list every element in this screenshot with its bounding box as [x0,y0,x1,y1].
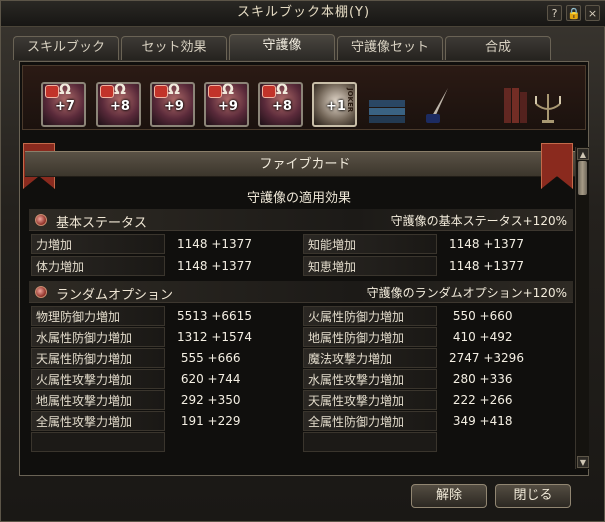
lock-icon[interactable]: 🔒 [566,5,581,21]
stat-name: 地属性攻撃力増加 [31,390,165,410]
tab-synthesis[interactable]: 合成 [445,36,551,60]
stat-name: 全属性防御力増加 [303,411,437,431]
omega-icon: Ω [114,82,126,98]
stat-value: 1312 +1574 [177,330,252,344]
joker-card-text: JOKER [346,88,354,113]
stat-value: 1148 +1377 [177,259,252,273]
enhance-level: +1 [326,99,346,114]
section-bullet-icon [35,286,47,298]
stat-value: 280 +336 [449,372,513,386]
stat-name: 知能増加 [303,234,437,254]
enhance-level: +8 [272,99,292,114]
tab-bar: スキルブック セット効果 守護像 守護像セット 合成 [13,34,551,60]
omega-icon: Ω [59,82,71,98]
stat-name [31,432,165,452]
stat-value: 410 +492 [449,330,513,344]
omega-icon: Ω [222,82,234,98]
books-icon [369,100,405,123]
stat-value: 222 +266 [449,393,513,407]
stat-name: 水属性攻撃力増加 [303,369,437,389]
help-icon[interactable]: ? [547,5,562,21]
guardian-card-slot-joker[interactable]: +1 JOKER [312,82,357,127]
section-bonus: 守護像の基本ステータス+120% [390,214,567,228]
random-option-header: ランダムオプション 守護像のランダムオプション+120% [29,281,573,303]
stat-name: 力増加 [31,234,165,254]
stat-value: 5513 +6615 [177,309,252,323]
stat-value: 349 +418 [449,414,513,428]
stat-name: 魔法攻撃力増加 [303,348,437,368]
enhance-level: +8 [110,99,130,114]
stat-value: 2747 +3296 [449,351,524,365]
stat-name: 知恵増加 [303,256,437,276]
lock-icon [154,85,168,98]
stat-name: 天属性防御力増加 [31,348,165,368]
tab-guardian-statue[interactable]: 守護像 [229,34,335,60]
candelabra-icon [535,94,561,123]
enhance-level: +9 [218,99,238,114]
enhance-level: +7 [55,99,75,114]
lock-icon [100,85,114,98]
lock-icon [262,85,276,98]
stat-value: 191 +229 [177,414,241,428]
omega-icon: Ω [168,82,180,98]
guardian-card-slot[interactable]: Ω +7 [41,82,86,127]
quill-ink-icon [426,88,448,123]
tab-guardian-set[interactable]: 守護像セット [337,36,443,60]
stat-value: 555 +666 [177,351,241,365]
tab-set-effect[interactable]: セット効果 [121,36,227,60]
guardian-card-slot[interactable]: Ω +9 [150,82,195,127]
stat-value: 1148 +1377 [449,259,524,273]
stat-name: 水属性防御力増加 [31,327,165,347]
stat-name: 全属性攻撃力増加 [31,411,165,431]
section-title: ランダムオプション [56,288,174,303]
close-button[interactable]: 閉じる [495,484,571,508]
title-bar[interactable]: スキルブック本棚(Y) ? 🔒 × [1,1,605,27]
basic-status-header: 基本ステータス 守護像の基本ステータス+120% [29,209,573,231]
section-bonus: 守護像のランダムオプション+120% [366,286,567,300]
guardian-slot-shelf: Ω +7 Ω +8 Ω +9 Ω +9 Ω +8 +1 JOKER [22,65,586,130]
stat-name: 地属性防御力増加 [303,327,437,347]
stat-value: 1148 +1377 [449,237,524,251]
set-name-banner: ファイブカード [25,151,585,177]
scroll-up-arrow-icon[interactable]: ▲ [577,148,589,160]
stat-name: 火属性攻撃力増加 [31,369,165,389]
stat-value: 292 +350 [177,393,241,407]
stat-name: 物理防御力増加 [31,306,165,326]
vertical-scrollbar[interactable]: ▲ ▼ [575,147,589,469]
lock-icon [208,85,222,98]
scroll-down-arrow-icon[interactable]: ▼ [577,456,589,468]
lock-icon [45,85,59,98]
stat-value: 550 +660 [449,309,513,323]
effects-heading: 守護像の適用効果 [246,191,351,206]
section-bullet-icon [35,214,47,226]
enhance-level: +9 [164,99,184,114]
tab-skillbook[interactable]: スキルブック [13,36,119,60]
guardian-card-slot[interactable]: Ω +9 [204,82,249,127]
release-button[interactable]: 解除 [411,484,487,508]
window-title: スキルブック本棚(Y) [236,5,371,20]
stat-value: 620 +744 [177,372,241,386]
stat-name [303,432,437,452]
stat-name: 火属性防御力増加 [303,306,437,326]
guardian-card-slot[interactable]: Ω +8 [258,82,303,127]
stat-name: 体力増加 [31,256,165,276]
close-icon[interactable]: × [585,5,600,21]
skillbook-shelf-window: スキルブック本棚(Y) ? 🔒 × スキルブック セット効果 守護像 守護像セッ… [0,0,605,522]
section-title: 基本ステータス [56,216,148,231]
stat-name: 天属性攻撃力増加 [303,390,437,410]
guardian-card-slot[interactable]: Ω +8 [96,82,141,127]
scroll-thumb[interactable] [578,161,587,195]
stat-value: 1148 +1377 [177,237,252,251]
omega-icon: Ω [276,82,288,98]
